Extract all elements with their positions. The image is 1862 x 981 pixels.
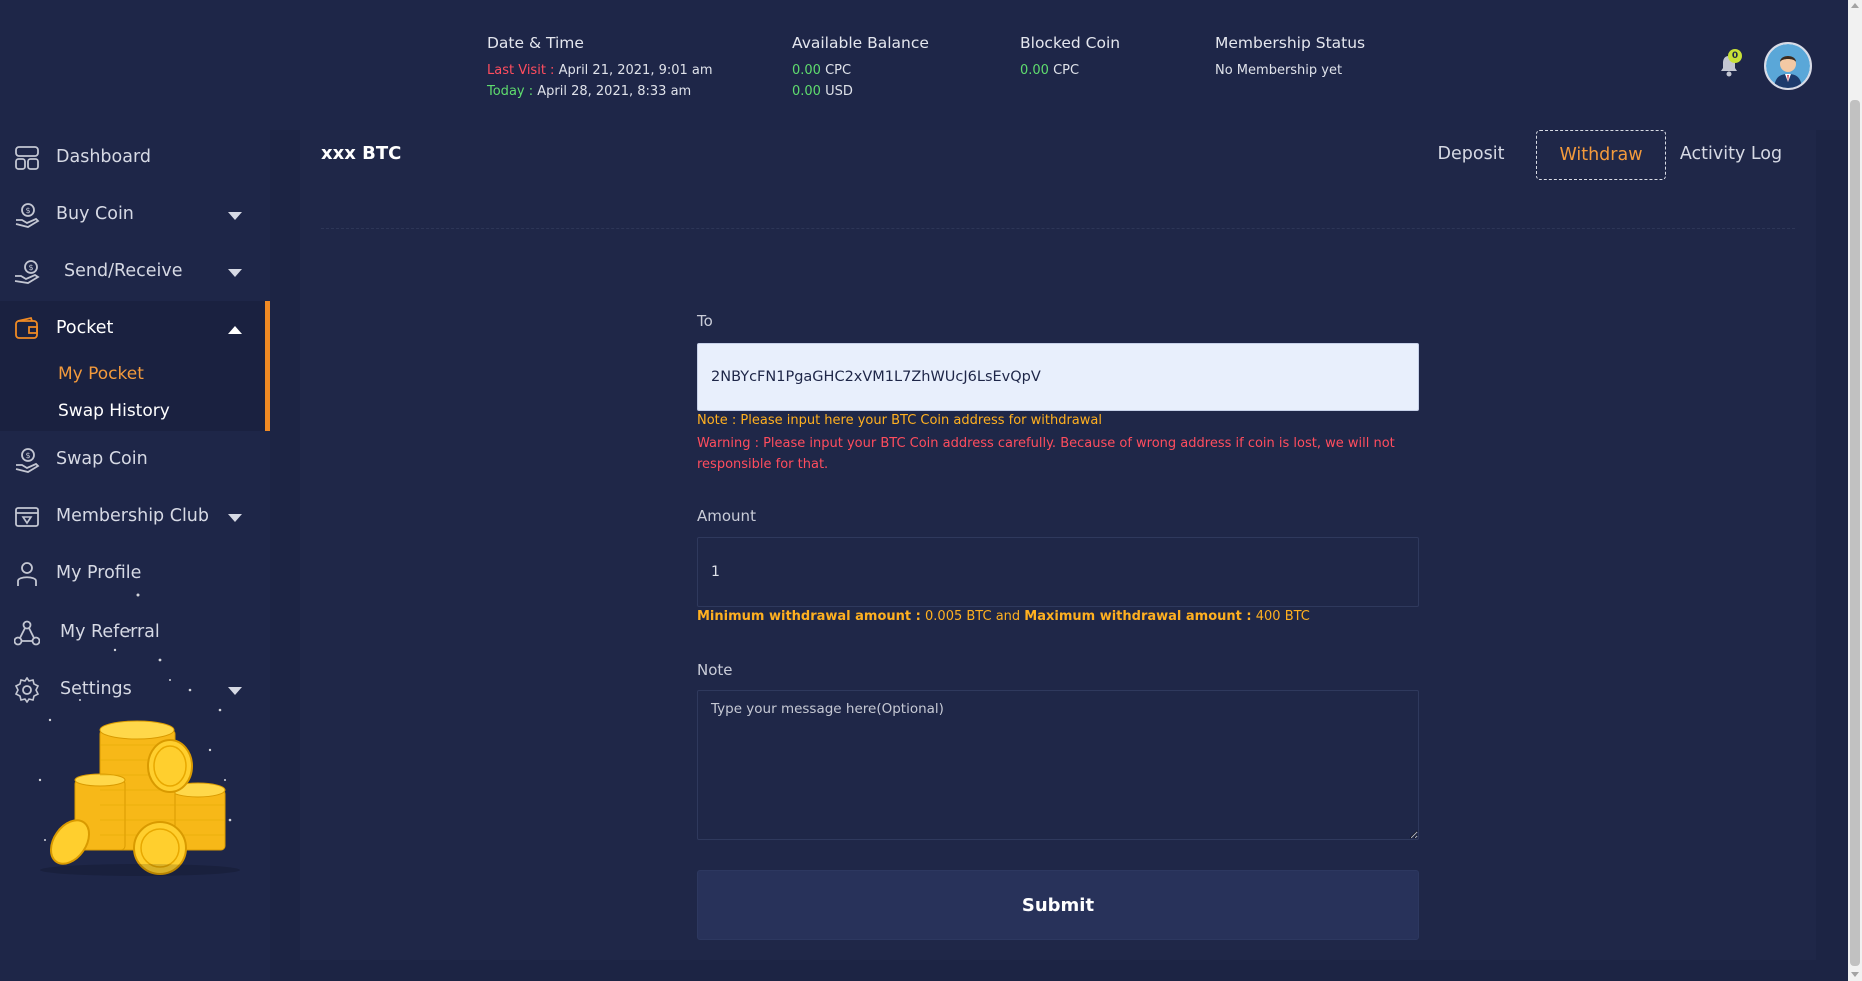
max-withdrawal-label: Maximum withdrawal amount :: [1024, 609, 1252, 624]
amount-label: Amount: [697, 507, 756, 525]
blocked-coin-value: 0.00: [1020, 63, 1049, 78]
withdrawal-limits: Minimum withdrawal amount : 0.005 BTC an…: [697, 609, 1310, 624]
last-visit-row: Last Visit : April 21, 2021, 9:01 am: [487, 60, 713, 81]
sidebar-item-dashboard[interactable]: Dashboard: [0, 133, 270, 181]
sidebar-item-label: Dashboard: [56, 147, 151, 167]
sidebar-item-pocket[interactable]: Pocket: [0, 304, 270, 352]
sidebar-item-buy-coin[interactable]: $ Buy Coin: [0, 190, 270, 238]
chevron-down-icon: [228, 212, 242, 220]
balance-usd-value: 0.00: [792, 84, 821, 99]
coins-illustration: [38, 593, 240, 876]
membership-icon: [15, 507, 39, 527]
tab-activity-log[interactable]: Activity Log: [1676, 130, 1786, 178]
last-visit-label: Last Visit :: [487, 63, 555, 78]
scroll-up-arrow-icon[interactable]: [1851, 3, 1859, 8]
sidebar-subitem-swap-history[interactable]: Swap History: [58, 401, 170, 421]
balance-usd-unit: USD: [825, 84, 853, 99]
balance-cpc-value: 0.00: [792, 63, 821, 78]
sidebar-subitem-my-pocket[interactable]: My Pocket: [58, 364, 144, 384]
sidebar-item-label: Membership Club: [56, 506, 210, 526]
avatar[interactable]: [1764, 42, 1812, 90]
scroll-down-arrow-icon[interactable]: [1851, 972, 1859, 977]
note-label: Note: [697, 661, 733, 679]
amount-input[interactable]: [697, 537, 1419, 607]
notification-badge: 0: [1728, 49, 1742, 63]
date-time-block: Date & Time Last Visit : April 21, 2021,…: [487, 34, 713, 102]
today-label: Today :: [487, 84, 534, 99]
min-withdrawal-label: Minimum withdrawal amount :: [697, 609, 921, 624]
user-avatar-icon: [1766, 44, 1810, 88]
sidebar-item-send-receive[interactable]: $ Send/Receive: [0, 247, 270, 295]
sidebar-item-membership-club[interactable]: Membership Club: [0, 492, 270, 540]
address-note: Note : Please input here your BTC Coin a…: [697, 413, 1102, 428]
available-balance-heading: Available Balance: [792, 34, 929, 52]
wallet-icon: [15, 316, 38, 339]
svg-text:$: $: [25, 206, 30, 215]
min-withdrawal-value: 0.005 BTC: [925, 609, 992, 624]
available-balance-block: Available Balance 0.00 CPC 0.00 USD: [792, 34, 929, 102]
blocked-coin-block: Blocked Coin 0.00 CPC: [1020, 34, 1120, 81]
last-visit-value: April 21, 2021, 9:01 am: [558, 63, 713, 78]
date-time-heading: Date & Time: [487, 34, 584, 52]
tab-deposit[interactable]: Deposit: [1425, 130, 1517, 178]
balance-usd-row: 0.00 USD: [792, 81, 929, 102]
today-row: Today : April 28, 2021, 8:33 am: [487, 81, 713, 102]
balance-cpc-unit: CPC: [825, 63, 852, 78]
membership-status-block: Membership Status No Membership yet: [1215, 34, 1365, 81]
limits-and: and: [995, 609, 1021, 624]
scrollbar-thumb[interactable]: [1850, 100, 1860, 966]
sidebar-item-label: Pocket: [56, 318, 114, 338]
svg-text:$: $: [28, 263, 33, 272]
address-warning: Warning : Please input your BTC Coin add…: [697, 436, 1395, 472]
sidebar-item-label: Buy Coin: [56, 204, 134, 224]
membership-status-heading: Membership Status: [1215, 34, 1366, 52]
tab-withdraw[interactable]: Withdraw: [1536, 130, 1666, 180]
chevron-up-icon: [228, 326, 242, 334]
coin-hand-icon: $: [15, 203, 40, 228]
max-withdrawal-value: 400 BTC: [1255, 609, 1310, 624]
sidebar-item-label: Send/Receive: [64, 261, 183, 281]
section-divider: [321, 228, 1795, 229]
balance-cpc-row: 0.00 CPC: [792, 60, 929, 81]
sidebar-item-label: Swap Coin: [56, 449, 148, 469]
chevron-down-icon: [228, 514, 242, 522]
note-textarea[interactable]: [697, 690, 1419, 840]
sidebar-item-swap-coin[interactable]: $ Swap Coin: [0, 435, 270, 483]
membership-status-value: No Membership yet: [1215, 63, 1343, 78]
to-address-input[interactable]: [697, 343, 1419, 411]
svg-text:$: $: [25, 451, 30, 460]
blocked-coin-row: 0.00 CPC: [1020, 60, 1120, 81]
to-label: To: [697, 312, 713, 330]
blocked-coin-unit: CPC: [1053, 63, 1080, 78]
dashboard-icon: [15, 146, 39, 170]
today-value: April 28, 2021, 8:33 am: [537, 84, 692, 99]
chevron-down-icon: [228, 269, 242, 277]
page-title: xxx BTC: [321, 143, 402, 164]
blocked-coin-heading: Blocked Coin: [1020, 34, 1121, 52]
send-receive-icon: $: [14, 260, 40, 284]
submit-button[interactable]: Submit: [697, 870, 1419, 940]
swap-coin-icon: $: [15, 448, 40, 473]
